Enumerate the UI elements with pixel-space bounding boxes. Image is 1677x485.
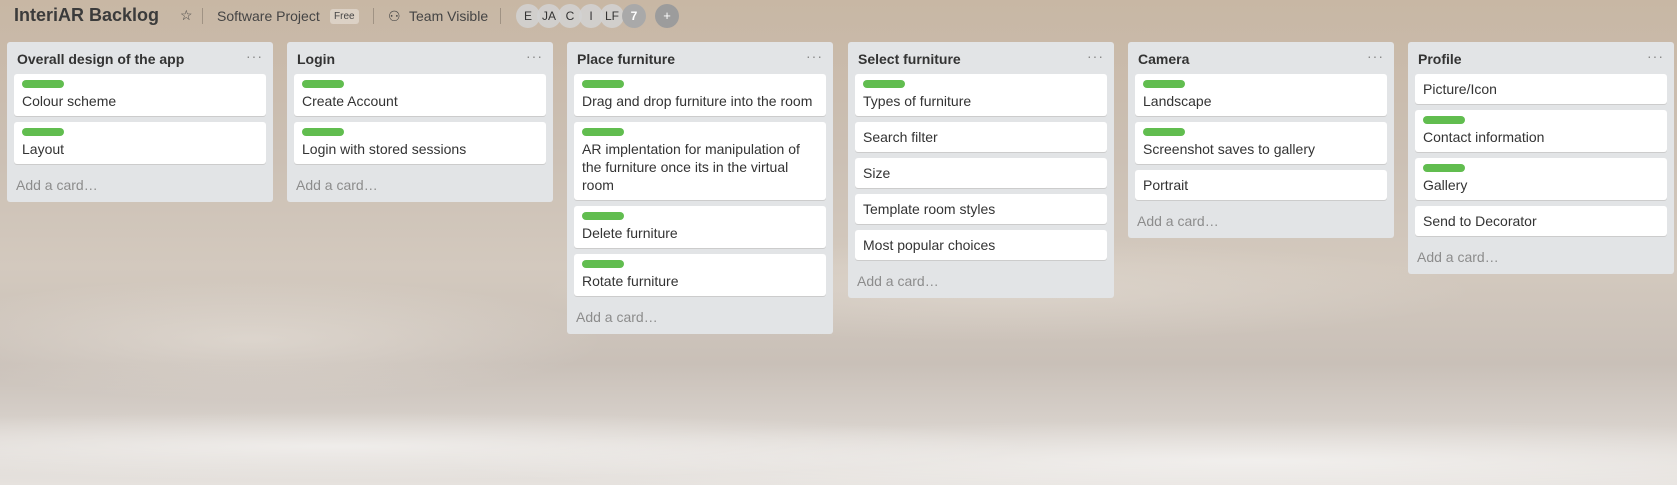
card[interactable]: Drag and drop furniture into the room — [574, 74, 826, 116]
card-title: Picture/Icon — [1423, 81, 1497, 97]
plan-badge: Free — [330, 9, 359, 24]
add-card-button[interactable]: Add a card… — [7, 170, 273, 202]
more-icon[interactable]: ··· — [1647, 48, 1664, 64]
more-icon[interactable]: ··· — [1367, 48, 1384, 64]
card-label — [302, 80, 344, 88]
card-title: Create Account — [302, 93, 398, 109]
card-label — [302, 128, 344, 136]
card-title: Landscape — [1143, 93, 1212, 109]
board-title[interactable]: InteriAR Backlog — [14, 5, 159, 26]
card[interactable]: Contact information — [1415, 110, 1667, 152]
card-label — [22, 128, 64, 136]
card[interactable]: Screenshot saves to gallery — [1135, 122, 1387, 164]
list-header: Camera ··· — [1128, 42, 1394, 74]
card-title: Drag and drop furniture into the room — [582, 93, 813, 109]
card[interactable]: Picture/Icon — [1415, 74, 1667, 104]
card[interactable]: Delete furniture — [574, 206, 826, 248]
add-member-icon[interactable]: + — [655, 4, 679, 28]
board-header: InteriAR Backlog ☆ Software Project Free… — [0, 0, 1677, 32]
card[interactable]: Rotate furniture — [574, 254, 826, 296]
card[interactable]: Gallery — [1415, 158, 1667, 200]
list-title[interactable]: Overall design of the app — [17, 51, 184, 67]
card-title: Colour scheme — [22, 93, 117, 109]
card-title: Send to Decorator — [1423, 213, 1537, 229]
card-title: Contact information — [1423, 129, 1545, 145]
card-label — [1143, 128, 1185, 136]
header-divider — [500, 8, 501, 24]
card[interactable]: Portrait — [1135, 170, 1387, 200]
more-members-count[interactable]: 7 — [622, 4, 646, 28]
more-icon[interactable]: ··· — [246, 48, 263, 64]
card[interactable]: Landscape — [1135, 74, 1387, 116]
card-title: Login with stored sessions — [302, 141, 467, 157]
card[interactable]: Size — [855, 158, 1107, 188]
list: Camera ··· Landscape Screenshot saves to ga… — [1128, 42, 1394, 238]
add-card-button[interactable]: Add a card… — [567, 302, 833, 334]
avatar[interactable]: LF — [600, 4, 624, 28]
card[interactable]: Login with stored sessions — [294, 122, 546, 164]
card-label — [582, 212, 624, 220]
card-label — [1423, 164, 1465, 172]
card[interactable]: Send to Decorator — [1415, 206, 1667, 236]
card-label — [863, 80, 905, 88]
card-label — [1423, 116, 1465, 124]
card[interactable]: Search filter — [855, 122, 1107, 152]
more-icon[interactable]: ··· — [526, 48, 543, 64]
list-title[interactable]: Place furniture — [577, 51, 675, 67]
card-title: Layout — [22, 141, 65, 157]
card[interactable]: AR implentation for manipulation of the … — [574, 122, 826, 200]
team-icon: ⚇ — [388, 8, 401, 24]
list-header: Select furniture ··· — [848, 42, 1114, 74]
header-divider — [373, 8, 374, 24]
card-label — [1143, 80, 1185, 88]
team-name[interactable]: Software Project — [217, 8, 320, 24]
card[interactable]: Create Account — [294, 74, 546, 116]
card-title: Template room styles — [863, 201, 996, 217]
add-card-button[interactable]: Add a card… — [287, 170, 553, 202]
list: Login ··· Create Account Login with stored … — [287, 42, 553, 202]
card-label — [582, 260, 624, 268]
card[interactable]: Template room styles — [855, 194, 1107, 224]
list-title[interactable]: Login — [297, 51, 335, 67]
card-title: Portrait — [1143, 177, 1189, 193]
list: Overall design of the app ··· Colour schem… — [7, 42, 273, 202]
list-title[interactable]: Profile — [1418, 51, 1462, 67]
list-title[interactable]: Camera — [1138, 51, 1189, 67]
list: Select furniture ··· Types of furniture Sea… — [848, 42, 1114, 298]
header-divider — [202, 8, 203, 24]
list-title[interactable]: Select furniture — [858, 51, 961, 67]
list: Place furniture ··· Drag and drop furnitur… — [567, 42, 833, 334]
card[interactable]: Layout — [14, 122, 266, 164]
card-title: Types of furniture — [863, 93, 972, 109]
card-title: Gallery — [1423, 177, 1468, 193]
add-card-button[interactable]: Add a card… — [1128, 206, 1394, 238]
card-label — [582, 128, 624, 136]
more-icon[interactable]: ··· — [806, 48, 823, 64]
card-title: Rotate furniture — [582, 273, 679, 289]
card-title: Delete furniture — [582, 225, 678, 241]
card-title: Screenshot saves to gallery — [1143, 141, 1315, 157]
card-title: Most popular choices — [863, 237, 996, 253]
card-title: Search filter — [863, 129, 938, 145]
card[interactable]: Types of furniture — [855, 74, 1107, 116]
card-label — [22, 80, 64, 88]
card[interactable]: Colour scheme — [14, 74, 266, 116]
add-card-button[interactable]: Add a card… — [848, 266, 1114, 298]
visibility-label[interactable]: Team Visible — [409, 8, 488, 24]
card-title: Size — [863, 165, 891, 181]
add-card-button[interactable]: Add a card… — [1408, 242, 1674, 274]
card[interactable]: Most popular choices — [855, 230, 1107, 260]
list-header: Overall design of the app ··· — [7, 42, 273, 74]
more-icon[interactable]: ··· — [1087, 48, 1104, 64]
card-label — [582, 80, 624, 88]
list-header: Place furniture ··· — [567, 42, 833, 74]
list: Profile ··· Picture/Icon Contact informatio… — [1408, 42, 1674, 274]
star-icon[interactable]: ☆ — [180, 7, 193, 24]
list-header: Profile ··· — [1408, 42, 1674, 74]
card-title: AR implentation for manipulation of the … — [582, 141, 800, 193]
list-header: Login ··· — [287, 42, 553, 74]
